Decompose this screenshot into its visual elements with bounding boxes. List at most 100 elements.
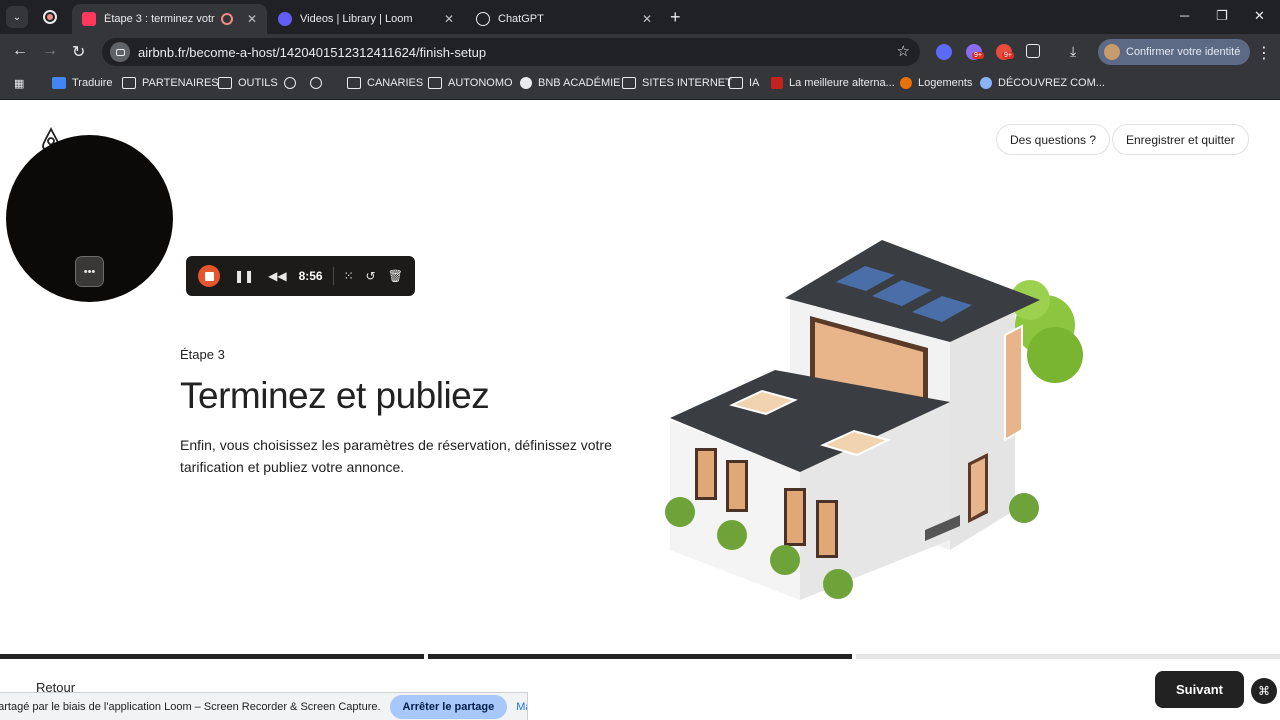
tab-title: Videos | Library | Loom [300, 13, 413, 25]
close-tab-icon[interactable]: ✕ [642, 12, 652, 26]
bookmark-sites-internet[interactable]: SITES INTERNET [622, 77, 732, 89]
bookmark-autonomo[interactable]: AUTONOMO [428, 77, 513, 89]
url-text: airbnb.fr/become-a-host/1420401512312411… [138, 44, 487, 60]
next-button[interactable]: Suivant [1155, 671, 1244, 708]
camera-indicator-icon[interactable] [110, 42, 130, 62]
tab-recording-icon [220, 13, 233, 25]
decouvrez-icon [980, 77, 992, 89]
menu-kebab-icon[interactable]: ⋮ [1256, 43, 1272, 63]
tab-loom[interactable]: Videos | Library | Loom ✕ [268, 4, 464, 34]
pause-icon[interactable]: ❚❚ [234, 269, 254, 283]
drawing-tools-icon[interactable]: ⁙ [344, 269, 354, 283]
progress-segment-1 [0, 654, 424, 659]
recording-indicator-icon [43, 10, 57, 24]
translate-icon [52, 77, 66, 89]
progress-fill [428, 654, 852, 659]
globe-icon [310, 77, 322, 89]
folder-icon [428, 77, 442, 89]
bookmark-traduire[interactable]: Traduire [52, 77, 113, 89]
new-tab-button[interactable]: + [670, 7, 681, 28]
tab-airbnb[interactable]: Étape 3 : terminez votre annonce ✕ [72, 4, 267, 34]
bookmark-label: AUTONOMO [448, 77, 513, 89]
bookmark-canaries[interactable]: CANARIES [347, 77, 423, 89]
bookmark-label: BNB ACADÉMIE [538, 77, 621, 89]
progress-segment-2 [428, 654, 852, 659]
hide-link[interactable]: Masquer [516, 701, 527, 713]
bookmark-label: DÉCOUVREZ COM... [998, 77, 1105, 89]
bookmark-label: PARTENAIRES [142, 77, 219, 89]
folder-icon [729, 77, 743, 89]
rewind-icon[interactable]: ◀◀ [268, 269, 286, 283]
back-arrow-icon[interactable]: ← [12, 42, 28, 60]
bookmark-label: Traduire [72, 77, 113, 89]
bookmark-label: OUTILS [238, 77, 278, 89]
bookmark-decouvrez[interactable]: DÉCOUVREZ COM... [980, 77, 1105, 89]
close-window-icon[interactable]: ✕ [1254, 8, 1265, 24]
profile-label: Confirmer votre identité [1126, 46, 1241, 58]
progress-segment-3 [856, 654, 1280, 659]
s-logo-icon [771, 77, 783, 89]
bookmark-label: Logements [918, 77, 973, 89]
bookmark-label: IA [749, 77, 760, 89]
apps-shortcut-icon[interactable]: ⌘ [1251, 678, 1277, 704]
extension-icon[interactable]: 9+ [996, 44, 1014, 60]
restore-icon[interactable]: ❐ [1216, 8, 1228, 24]
house-illustration [665, 240, 1083, 600]
tab-title: ChatGPT [498, 13, 544, 25]
address-bar[interactable]: airbnb.fr/become-a-host/1420401512312411… [102, 38, 920, 66]
forward-arrow-icon[interactable]: → [42, 42, 58, 60]
airbnb-page: Des questions ? Enregistrer et quitter É… [0, 100, 1280, 720]
bookmark-star-icon[interactable]: ☆ [897, 42, 910, 60]
extension-icon[interactable]: 9+ [966, 44, 984, 60]
questions-button[interactable]: Des questions ? [996, 124, 1111, 155]
tab-chatgpt[interactable]: ChatGPT ✕ [466, 4, 662, 34]
share-notice-text: partagé par le biais de l'application Lo… [0, 700, 381, 713]
delete-trash-icon[interactable]: 🗑 [388, 269, 403, 283]
reload-icon[interactable]: ↻ [72, 42, 85, 62]
globe-icon [284, 77, 296, 89]
close-tab-icon[interactable]: ✕ [444, 12, 454, 26]
bnb-academie-icon [520, 77, 532, 89]
stop-sharing-button[interactable]: Arrêter le partage [389, 694, 508, 719]
bookmark-outils[interactable]: OUTILS [218, 77, 278, 89]
bookmark-logements[interactable]: Logements [900, 77, 972, 89]
extensions-puzzle-icon[interactable] [1026, 44, 1040, 58]
stop-recording-button[interactable] [198, 265, 220, 287]
logements-icon [900, 77, 912, 89]
bookmark-globe[interactable] [310, 77, 328, 89]
minimize-icon[interactable]: ─ [1180, 8, 1189, 23]
profile-button[interactable]: Confirmer votre identité [1098, 39, 1251, 65]
avatar [1104, 44, 1120, 60]
tab-title: Étape 3 : terminez votre annonce [104, 13, 215, 25]
folder-icon [622, 77, 636, 89]
bookmark-label: SITES INTERNET [642, 77, 732, 89]
download-icon[interactable]: ⤓ [1070, 43, 1076, 60]
extension-badge: 9+ [1002, 52, 1014, 59]
tab-search-button[interactable]: ⌄ [6, 6, 28, 28]
page-title: Terminez et publiez [180, 375, 490, 416]
browser-toolbar: ← → ↻ airbnb.fr/become-a-host/1420401512… [0, 34, 1280, 70]
bookmark-bnb-academie[interactable]: BNB ACADÉMIE [520, 77, 621, 89]
bookmark-globe[interactable] [284, 77, 302, 89]
more-options-icon[interactable]: ••• [75, 256, 104, 287]
bookmarks-bar: ▦ Traduire PARTENAIRES OUTILS CANARIES A… [0, 70, 1280, 100]
airbnb-favicon-icon [82, 12, 96, 26]
close-tab-icon[interactable]: ✕ [247, 12, 257, 26]
extension-icon[interactable] [936, 44, 952, 60]
progress-fill [0, 654, 424, 659]
bookmark-label: CANARIES [367, 77, 424, 89]
bookmark-ia[interactable]: IA [729, 77, 759, 89]
browser-tab-strip: ⌄ Étape 3 : terminez votre annonce ✕ Vid… [0, 0, 1280, 34]
apps-grid-icon[interactable]: ▦ [14, 77, 24, 90]
extension-badge: 9+ [972, 52, 984, 59]
folder-icon [218, 77, 232, 89]
divider [332, 267, 334, 285]
bookmark-la-meilleure[interactable]: La meilleure alterna... [771, 77, 895, 89]
step-label: Étape 3 [180, 347, 225, 362]
loom-control-bar: ❚❚ ◀◀ 8:56 ⁙ ↺ 🗑 [186, 256, 415, 296]
restart-icon[interactable]: ↺ [366, 269, 376, 283]
folder-icon [347, 77, 361, 89]
recording-timer: 8:56 [298, 269, 323, 283]
bookmark-partenaires[interactable]: PARTENAIRES [122, 77, 219, 89]
save-and-quit-button[interactable]: Enregistrer et quitter [1112, 124, 1249, 155]
